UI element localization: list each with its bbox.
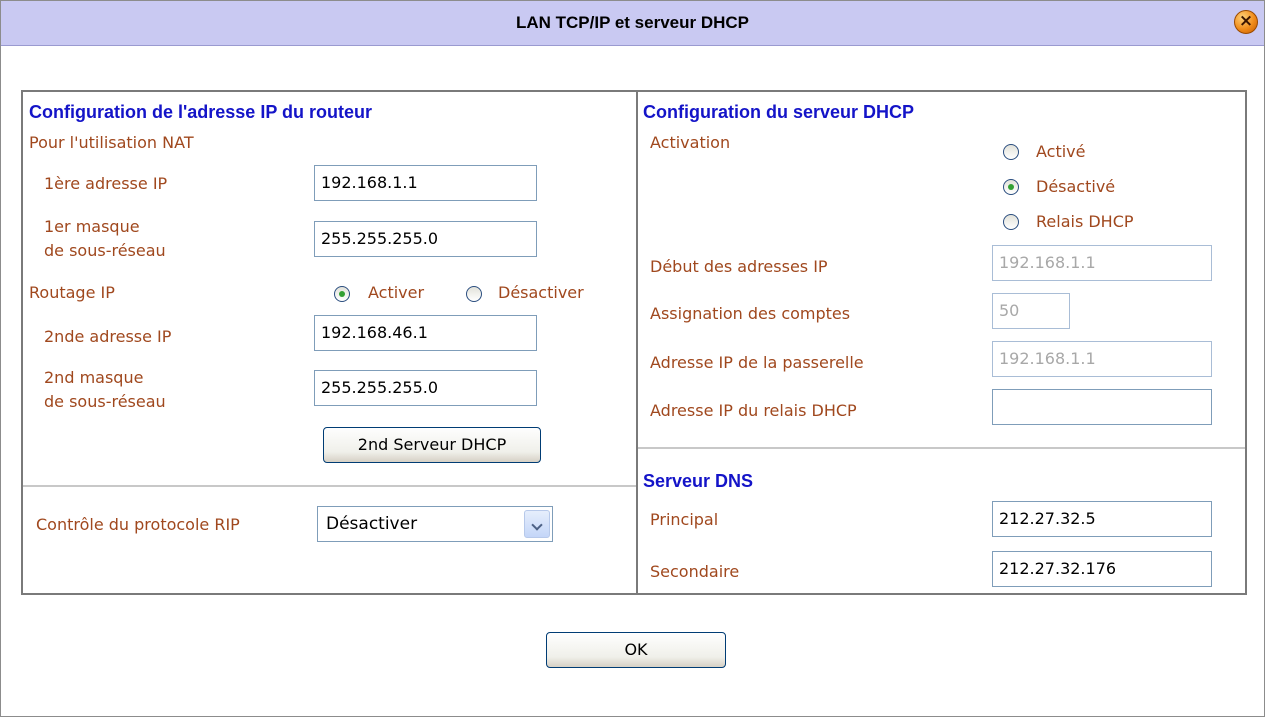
dns-secondary-label: Secondaire xyxy=(650,562,740,581)
dhcp-section-title: Configuration du serveur DHCP xyxy=(643,102,915,122)
dhcp-disabled-label: Désactivé xyxy=(1036,177,1116,196)
start-ip-input[interactable]: 192.168.1.1 xyxy=(992,245,1212,281)
routing-label: Routage IP xyxy=(29,283,115,302)
routing-enable-radio[interactable] xyxy=(334,286,350,302)
start-ip-label: Début des adresses IP xyxy=(650,257,828,276)
routing-disable-label: Désactiver xyxy=(498,283,584,302)
title-bar: LAN TCP/IP et serveur DHCP × xyxy=(1,1,1264,46)
rip-label: Contrôle du protocole RIP xyxy=(36,515,240,534)
ip2-input[interactable]: 192.168.46.1 xyxy=(314,315,537,351)
dialog-title: LAN TCP/IP et serveur DHCP xyxy=(515,13,750,32)
dhcp2-button[interactable]: 2nd Serveur DHCP xyxy=(323,427,541,463)
ok-button[interactable]: OK xyxy=(546,632,726,668)
panel-divider xyxy=(636,90,638,595)
close-button[interactable]: × xyxy=(1234,10,1258,34)
routing-disable-radio[interactable] xyxy=(466,286,482,302)
dhcp-dns-separator xyxy=(638,447,1245,449)
ip2-label: 2nde adresse IP xyxy=(44,327,172,346)
router-rip-separator xyxy=(23,485,636,487)
ip1-label: 1ère adresse IP xyxy=(44,174,168,193)
relay-ip-input[interactable] xyxy=(992,389,1212,425)
dhcp-enabled-label: Activé xyxy=(1036,142,1086,161)
nat-label: Pour l'utilisation NAT xyxy=(29,133,194,152)
dns-primary-label: Principal xyxy=(650,510,719,529)
lan-dhcp-dialog: LAN TCP/IP et serveur DHCP × Configurati… xyxy=(0,0,1265,717)
chevron-down-icon[interactable] xyxy=(524,510,550,538)
dns-section-title: Serveur DNS xyxy=(643,471,754,491)
dhcp-relay-label: Relais DHCP xyxy=(1036,212,1134,231)
dhcp-disabled-radio[interactable] xyxy=(1003,179,1019,195)
mask1-input[interactable]: 255.255.255.0 xyxy=(314,221,537,257)
dhcp-relay-radio[interactable] xyxy=(1003,214,1019,230)
rip-select[interactable]: Désactiver xyxy=(317,506,553,542)
count-label: Assignation des comptes xyxy=(650,304,851,323)
gateway-input[interactable]: 192.168.1.1 xyxy=(992,341,1212,377)
router-section-title: Configuration de l'adresse IP du routeur xyxy=(29,102,372,122)
mask1-label-line1: 1er masque xyxy=(44,217,140,236)
mask1-label-line2: de sous-réseau xyxy=(44,241,166,260)
mask2-input[interactable]: 255.255.255.0 xyxy=(314,370,537,406)
close-icon: × xyxy=(1238,11,1254,31)
mask2-label-line1: 2nd masque xyxy=(44,368,144,387)
dhcp-enabled-radio[interactable] xyxy=(1003,144,1019,160)
dns-primary-input[interactable]: 212.27.32.5 xyxy=(992,501,1212,537)
mask2-label-line2: de sous-réseau xyxy=(44,392,166,411)
routing-enable-label: Activer xyxy=(368,283,425,302)
relay-ip-label: Adresse IP du relais DHCP xyxy=(650,401,857,420)
activation-label: Activation xyxy=(650,133,731,152)
gateway-label: Adresse IP de la passerelle xyxy=(650,353,864,372)
count-input[interactable]: 50 xyxy=(992,293,1070,329)
dns-secondary-input[interactable]: 212.27.32.176 xyxy=(992,551,1212,587)
ip1-input[interactable]: 192.168.1.1 xyxy=(314,165,537,201)
rip-select-value: Désactiver xyxy=(326,514,418,534)
